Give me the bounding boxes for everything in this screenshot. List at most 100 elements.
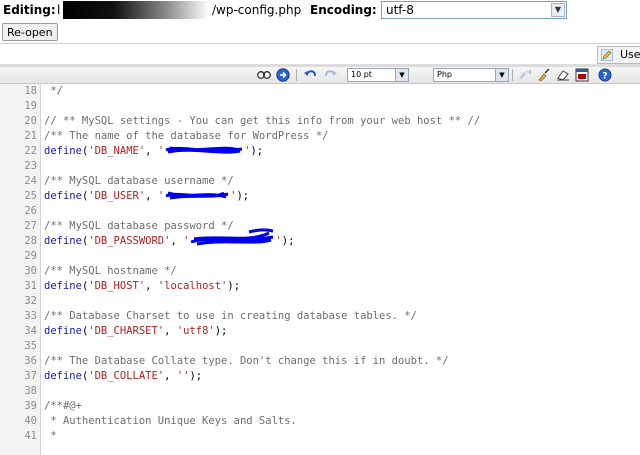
highlight-icon[interactable] <box>517 68 533 82</box>
code-text: /**#@+ <box>44 400 82 412</box>
code-line[interactable]: 20 // ** MySQL settings - You can get thi… <box>0 114 640 129</box>
code-text: // ** MySQL settings - You can get this … <box>44 115 481 127</box>
code-line[interactable]: 38 <box>0 384 640 399</box>
editor-header: Editing: l /wp-config.php Encoding: utf-… <box>0 0 640 22</box>
encoding-select[interactable]: utf-8 ▼ <box>381 1 567 19</box>
toolbar-separator <box>512 69 513 81</box>
line-number: 33 <box>24 310 37 322</box>
file-path-prefix: l <box>57 3 61 17</box>
chevron-down-icon[interactable]: ▼ <box>495 69 508 81</box>
code-text: define('DB_PASSWORD', ' '); <box>44 228 294 249</box>
encoding-label: Encoding: <box>310 3 377 17</box>
code-editor[interactable]: 18 */19 20// ** MySQL settings - You can … <box>0 84 640 455</box>
code-line[interactable]: 23 <box>0 159 640 174</box>
code-line[interactable]: 30 /** MySQL hostname */ <box>0 264 640 279</box>
code-line[interactable]: 25 define('DB_USER', ' '); <box>0 189 640 204</box>
reset-highlight-icon[interactable] <box>536 68 552 82</box>
line-number: 20 <box>24 115 37 127</box>
use-button[interactable]: Use <box>597 46 640 64</box>
code-line[interactable]: 21/** The name of the database for WordP… <box>0 129 640 144</box>
line-number: 34 <box>24 325 37 337</box>
line-number: 24 <box>24 175 37 187</box>
code-line[interactable]: 31 define('DB_HOST', 'localhost'); <box>0 279 640 294</box>
line-number: 18 <box>24 85 37 97</box>
encoding-value: utf-8 <box>386 3 414 17</box>
line-number: 30 <box>24 265 37 277</box>
line-number: 40 <box>24 415 37 427</box>
code-line[interactable]: 40 * Authentication Unique Keys and Salt… <box>0 414 640 429</box>
code-line[interactable]: 18 */ <box>0 84 640 99</box>
line-number: 25 <box>24 190 37 202</box>
line-number: 36 <box>24 355 37 367</box>
code-line[interactable]: 26 <box>0 204 640 219</box>
code-text: define('DB_COLLATE', ''); <box>44 370 203 382</box>
line-number: 22 <box>24 145 37 157</box>
code-text: */ <box>44 85 63 97</box>
code-line[interactable]: 34 define('DB_CHARSET', 'utf8'); <box>0 324 640 339</box>
line-number: 41 <box>24 430 37 442</box>
code-line[interactable]: 37 define('DB_COLLATE', ''); <box>0 369 640 384</box>
line-number: 26 <box>24 205 37 217</box>
redaction-scribble <box>164 146 244 156</box>
path-redaction <box>63 1 209 19</box>
syntax-select[interactable]: Php ▼ <box>433 68 509 82</box>
code-text: define('DB_NAME', ' '); <box>44 145 264 157</box>
line-number: 19 <box>24 100 37 112</box>
code-line[interactable]: 19 <box>0 99 640 114</box>
find-icon[interactable] <box>256 68 272 82</box>
code-text: /** The Database Collate type. Don't cha… <box>44 355 449 367</box>
code-line[interactable]: 33 /** Database Charset to use in creatin… <box>0 309 640 324</box>
edit-pencil-icon <box>601 49 613 61</box>
chevron-down-icon[interactable]: ▼ <box>551 3 565 17</box>
redo-icon[interactable] <box>322 68 338 82</box>
code-line[interactable]: 41 * <box>0 429 640 444</box>
line-number: 38 <box>24 385 37 397</box>
use-button-label: Use <box>620 48 640 61</box>
editing-label: Editing: <box>3 3 56 17</box>
line-number: 31 <box>24 280 37 292</box>
font-size-select[interactable]: 10 pt ▼ <box>347 68 409 82</box>
code-text: define('DB_HOST', 'localhost'); <box>44 280 241 292</box>
file-path-field[interactable]: l /wp-config.php <box>57 1 303 19</box>
code-line[interactable]: 39 /**#@+ <box>0 399 640 414</box>
line-number: 27 <box>24 220 37 232</box>
line-number: 23 <box>24 160 37 172</box>
code-line[interactable]: 32 <box>0 294 640 309</box>
code-line[interactable]: 35 <box>0 339 640 354</box>
font-size-value: 10 pt <box>351 70 372 79</box>
code-line[interactable]: 27/** MySQL database password */ <box>0 219 640 234</box>
undo-icon[interactable] <box>303 68 319 82</box>
line-number: 28 <box>24 235 37 247</box>
line-number: 39 <box>24 400 37 412</box>
file-path-name: /wp-config.php <box>212 3 302 17</box>
help-icon[interactable]: ? <box>597 68 613 82</box>
use-bar: Use <box>0 43 640 65</box>
line-number: 35 <box>24 340 37 352</box>
line-number: 21 <box>24 130 37 142</box>
redaction-scribble <box>164 191 230 201</box>
code-line[interactable]: 36 /** The Database Collate type. Don't c… <box>0 354 640 369</box>
code-text: define('DB_USER', ' '); <box>44 190 250 202</box>
syntax-value: Php <box>437 70 452 79</box>
line-number: 37 <box>24 370 37 382</box>
code-text: * Authentication Unique Keys and Salts. <box>44 415 297 427</box>
code-text: define('DB_CHARSET', 'utf8'); <box>44 325 228 337</box>
redaction-scribble <box>189 228 275 246</box>
svg-text:?: ? <box>602 72 607 82</box>
code-line[interactable]: 28 define('DB_PASSWORD', ' '); <box>0 228 640 249</box>
code-line[interactable]: 29 <box>0 249 640 264</box>
code-line[interactable]: 24/** MySQL database username */ <box>0 174 640 189</box>
editor-toolbar: 10 pt ▼ Php ▼ ? <box>0 67 640 84</box>
code-text: * <box>44 430 57 442</box>
eraser-icon[interactable] <box>555 68 571 82</box>
line-number: 29 <box>24 250 37 262</box>
toolbar-separator <box>296 69 297 81</box>
code-text: /** MySQL hostname */ <box>44 265 177 277</box>
line-number: 32 <box>24 295 37 307</box>
reopen-button[interactable]: Re-open <box>2 23 58 41</box>
fullscreen-icon[interactable] <box>574 68 590 82</box>
goto-line-icon[interactable] <box>275 68 291 82</box>
chevron-down-icon[interactable]: ▼ <box>395 69 408 81</box>
code-line[interactable]: 22 define('DB_NAME', ' '); <box>0 144 640 159</box>
code-text: /** Database Charset to use in creating … <box>44 310 417 322</box>
